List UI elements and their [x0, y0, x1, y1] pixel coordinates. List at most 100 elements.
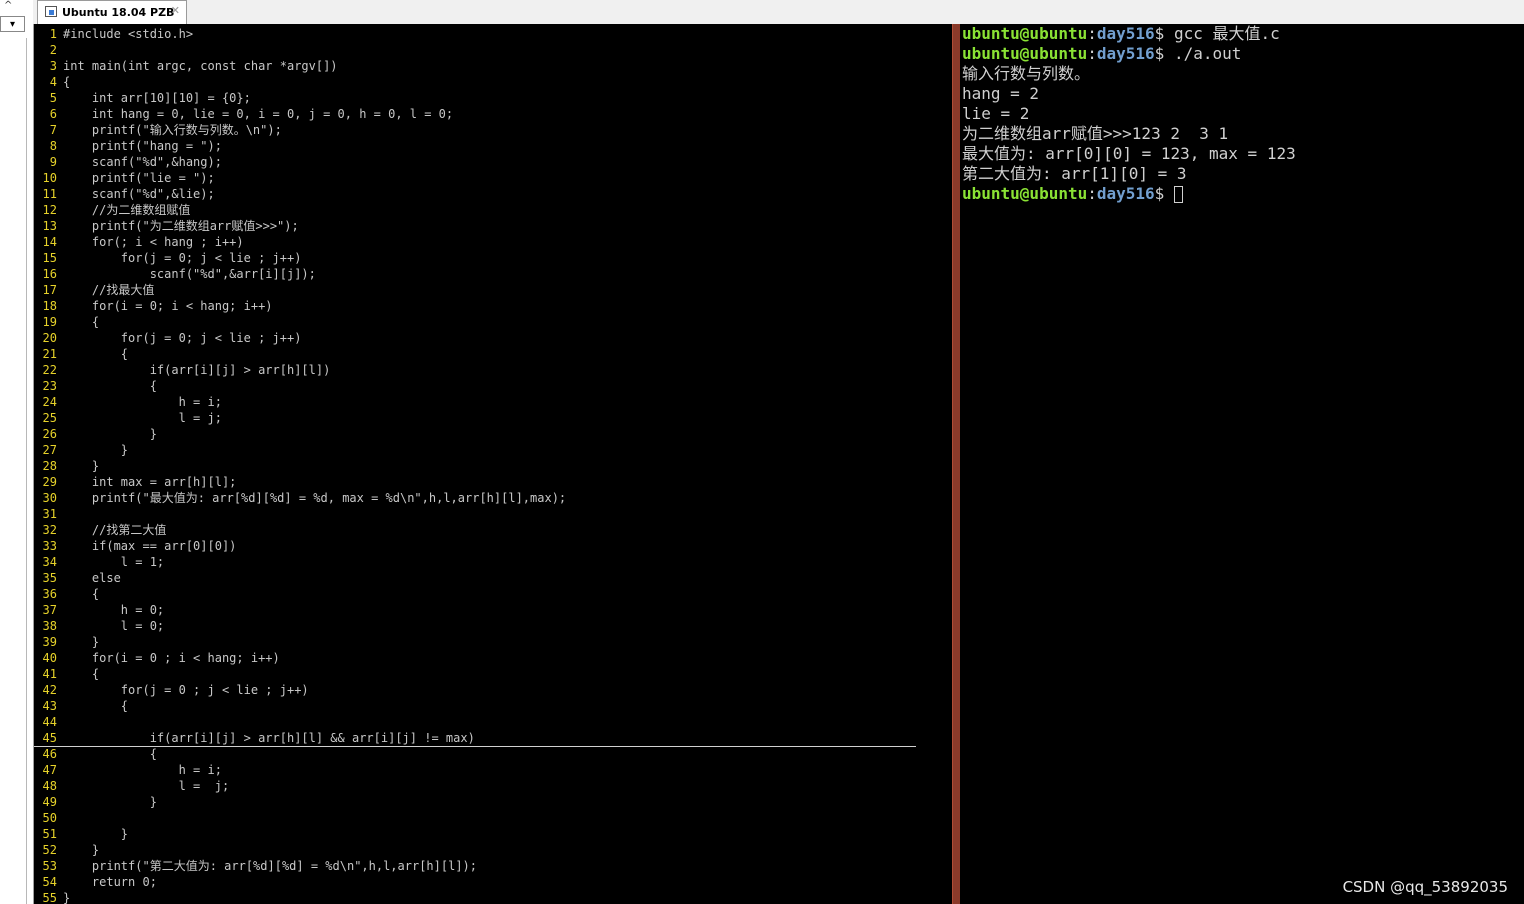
line-number: 32 [42, 523, 57, 537]
close-icon[interactable]: ✕ [171, 4, 180, 17]
terminal-line-cmd1: ubuntu@ubuntu:day516$ gcc 最大值.c [962, 24, 1280, 44]
code-line[interactable]: 51 } [34, 826, 128, 842]
code-line[interactable]: 52 } [34, 842, 100, 858]
sidebar-divider [26, 38, 27, 904]
line-number: 1 [49, 27, 57, 41]
code-line[interactable]: 14 for(; i < hang ; i++) [34, 234, 244, 250]
code-line[interactable]: 32 //找第二大值 [34, 522, 167, 538]
code-line[interactable]: 55} [34, 890, 71, 904]
line-number: 30 [42, 491, 57, 505]
terminal-output-line: 为二维数组arr赋值>>>123 2 3 1 [962, 124, 1229, 143]
code-text: scanf("%d",&hang); [63, 155, 222, 169]
line-number: 17 [42, 283, 57, 297]
line-number: 10 [42, 171, 57, 185]
code-line[interactable]: 37 h = 0; [34, 602, 165, 618]
code-text: if(max == arr[0][0]) [63, 539, 237, 553]
code-line[interactable]: 18 for(i = 0; i < hang; i++) [34, 298, 273, 314]
line-number: 39 [42, 635, 57, 649]
code-line[interactable]: 35 else [34, 570, 121, 586]
code-line[interactable]: 43 { [34, 698, 128, 714]
code-line[interactable]: 38 l = 0; [34, 618, 165, 634]
terminal-output-line: 输入行数与列数。 [962, 64, 1091, 83]
code-line[interactable]: 12 //为二维数组赋值 [34, 202, 191, 218]
tab-title: Ubuntu 18.04 PZB [62, 6, 175, 19]
code-editor-pane[interactable]: 1 #include <stdio.h> 2 3 int main(int argc, … [34, 24, 952, 904]
code-line[interactable]: 42 for(j = 0 ; j < lie ; j++) [34, 682, 309, 698]
code-line[interactable]: 2 [34, 42, 57, 58]
line-number: 31 [42, 507, 57, 521]
code-line[interactable]: 15 for(j = 0; j < lie ; j++) [34, 250, 302, 266]
code-line[interactable]: 1 #include <stdio.h> [34, 26, 193, 42]
code-line[interactable]: 17 //找最大值 [34, 282, 155, 298]
code-line[interactable]: 24 h = i; [34, 394, 222, 410]
code-line[interactable]: 28 } [34, 458, 100, 474]
code-line[interactable]: 27 } [34, 442, 128, 458]
code-text: { [63, 379, 157, 393]
code-line[interactable]: 41 { [34, 666, 100, 682]
code-line[interactable]: 10 printf("lie = "); [34, 170, 215, 186]
code-line[interactable]: 13 printf("为二维数组arr赋值>>>"); [34, 218, 299, 234]
line-number: 51 [42, 827, 57, 841]
watermark: CSDN @qq_53892035 [1342, 878, 1508, 896]
collapse-arrow-icon[interactable]: ^ [4, 0, 12, 11]
code-line[interactable]: 16 scanf("%d",&arr[i][j]); [34, 266, 316, 282]
line-number: 33 [42, 539, 57, 553]
line-number: 38 [42, 619, 57, 633]
code-text: { [63, 75, 71, 89]
code-line[interactable]: 21 { [34, 346, 128, 362]
code-line[interactable]: 50 [34, 810, 57, 826]
code-line[interactable]: 23 { [34, 378, 157, 394]
code-text: { [63, 347, 129, 361]
code-line[interactable]: 20 for(j = 0; j < lie ; j++) [34, 330, 302, 346]
prompt-path: day516 [1096, 44, 1155, 63]
code-line[interactable]: 30 printf("最大值为: arr[%d][%d] = %d, max =… [34, 490, 567, 506]
code-line[interactable]: 54 return 0; [34, 874, 157, 890]
line-number: 20 [42, 331, 57, 345]
dropdown-control[interactable]: ▾ [0, 16, 25, 32]
code-text: } [63, 843, 100, 857]
code-line[interactable]: 46 { [34, 746, 157, 762]
code-line[interactable]: 34 l = 1; [34, 554, 165, 570]
code-line[interactable]: 29 int max = arr[h][l]; [34, 474, 237, 490]
code-line[interactable]: 33 if(max == arr[0][0]) [34, 538, 237, 554]
code-text: #include <stdio.h> [63, 27, 194, 41]
code-text: } [63, 827, 129, 841]
code-line[interactable]: 5 int arr[10][10] = {0}; [34, 90, 251, 106]
code-line[interactable]: 45 if(arr[i][j] > arr[h][l] && arr[i][j]… [34, 730, 916, 747]
code-text: { [63, 747, 157, 761]
code-line[interactable]: 11 scanf("%d",&lie); [34, 186, 215, 202]
tab-bar: Ubuntu 18.04 PZB ✕ [33, 0, 1524, 25]
code-line[interactable]: 53 printf("第二大值为: arr[%d][%d] = %d\n",h,… [34, 858, 477, 874]
code-line[interactable]: 44 [34, 714, 57, 730]
code-line[interactable]: 4{ [34, 74, 70, 90]
code-line[interactable]: 40 for(i = 0 ; i < hang; i++) [34, 650, 280, 666]
terminal-command: ./a.out [1173, 44, 1242, 63]
code-line[interactable]: 47 h = i; [34, 762, 222, 778]
line-number: 48 [42, 779, 57, 793]
code-line[interactable]: 48 l = j; [34, 778, 230, 794]
code-line[interactable]: 19 { [34, 314, 100, 330]
code-line[interactable]: 39 } [34, 634, 100, 650]
code-line[interactable]: 8 printf("hang = "); [34, 138, 222, 154]
code-line[interactable]: 7 printf("输入行数与列数。\n"); [34, 122, 282, 138]
line-number: 35 [42, 571, 57, 585]
code-line[interactable]: 25 l = j; [34, 410, 222, 426]
code-line[interactable]: 49 } [34, 794, 157, 810]
line-number: 8 [49, 139, 57, 153]
code-line[interactable]: 3 int main(int argc, const char *argv[]) [34, 58, 338, 74]
code-text: } [63, 795, 157, 809]
prompt-separator: : [1087, 44, 1097, 63]
code-text: l = 0; [63, 619, 165, 633]
code-line[interactable]: 22 if(arr[i][j] > arr[h][l]) [34, 362, 331, 378]
code-line[interactable]: 26 } [34, 426, 157, 442]
prompt-end: $ [1154, 44, 1174, 63]
code-line[interactable]: 6 int hang = 0, lie = 0, i = 0, j = 0, h… [34, 106, 453, 122]
terminal-pane[interactable]: ubuntu@ubuntu:day516$ gcc 最大值.c ubuntu@u… [960, 24, 1524, 904]
code-line[interactable]: 31 [34, 506, 57, 522]
code-line[interactable]: 9 scanf("%d",&hang); [34, 154, 222, 170]
code-text: { [63, 699, 129, 713]
code-line[interactable]: 36 { [34, 586, 100, 602]
line-number: 29 [42, 475, 57, 489]
code-text: printf("输入行数与列数。\n"); [63, 123, 282, 137]
tab-ubuntu-session[interactable]: Ubuntu 18.04 PZB ✕ [37, 0, 187, 24]
